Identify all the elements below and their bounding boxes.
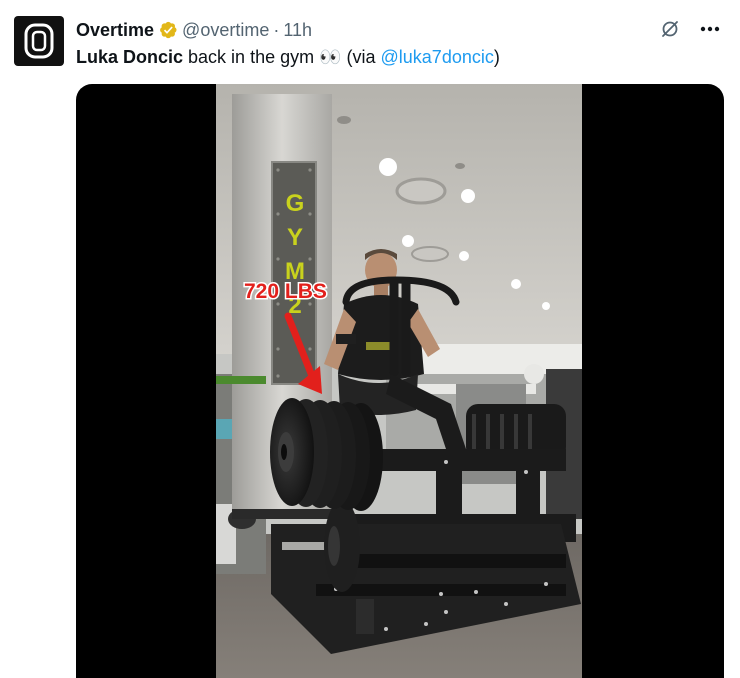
weight-label: 720 LBS xyxy=(244,280,327,303)
video-player[interactable]: G Y M 2 720 LBS xyxy=(76,84,724,678)
tweet-actions-top xyxy=(658,17,722,41)
more-button[interactable] xyxy=(698,17,722,41)
tweet: Overtime @overtime · 11h Luka Doncic bac… xyxy=(0,0,740,678)
more-icon xyxy=(700,26,720,32)
plate-stack xyxy=(270,398,383,511)
timestamp[interactable]: 11h xyxy=(283,19,312,41)
tweet-header: Overtime @overtime · 11h xyxy=(76,19,312,41)
separator-dot: · xyxy=(273,20,280,40)
grok-button[interactable] xyxy=(658,17,682,41)
svg-text:G: G xyxy=(286,190,305,217)
svg-text:Y: Y xyxy=(287,224,303,251)
verified-badge-icon[interactable] xyxy=(158,20,178,40)
tweet-body: back in the gym 👀 (via xyxy=(183,47,381,67)
mention-link[interactable]: @luka7doncic xyxy=(381,47,494,67)
video-frame: G Y M 2 720 LBS xyxy=(216,84,582,678)
grok-icon xyxy=(662,21,678,37)
tweet-text: Luka Doncic back in the gym 👀 (via @luka… xyxy=(76,45,500,69)
ceiling-vent-2 xyxy=(411,246,449,262)
display-name[interactable]: Overtime xyxy=(76,19,154,41)
avatar[interactable] xyxy=(14,16,64,66)
overtime-logo xyxy=(24,23,54,59)
author-handle[interactable]: @overtime xyxy=(182,19,269,41)
ceiling-vent xyxy=(395,177,447,205)
tweet-bold-name: Luka Doncic xyxy=(76,47,184,67)
tweet-end: ) xyxy=(493,47,500,67)
